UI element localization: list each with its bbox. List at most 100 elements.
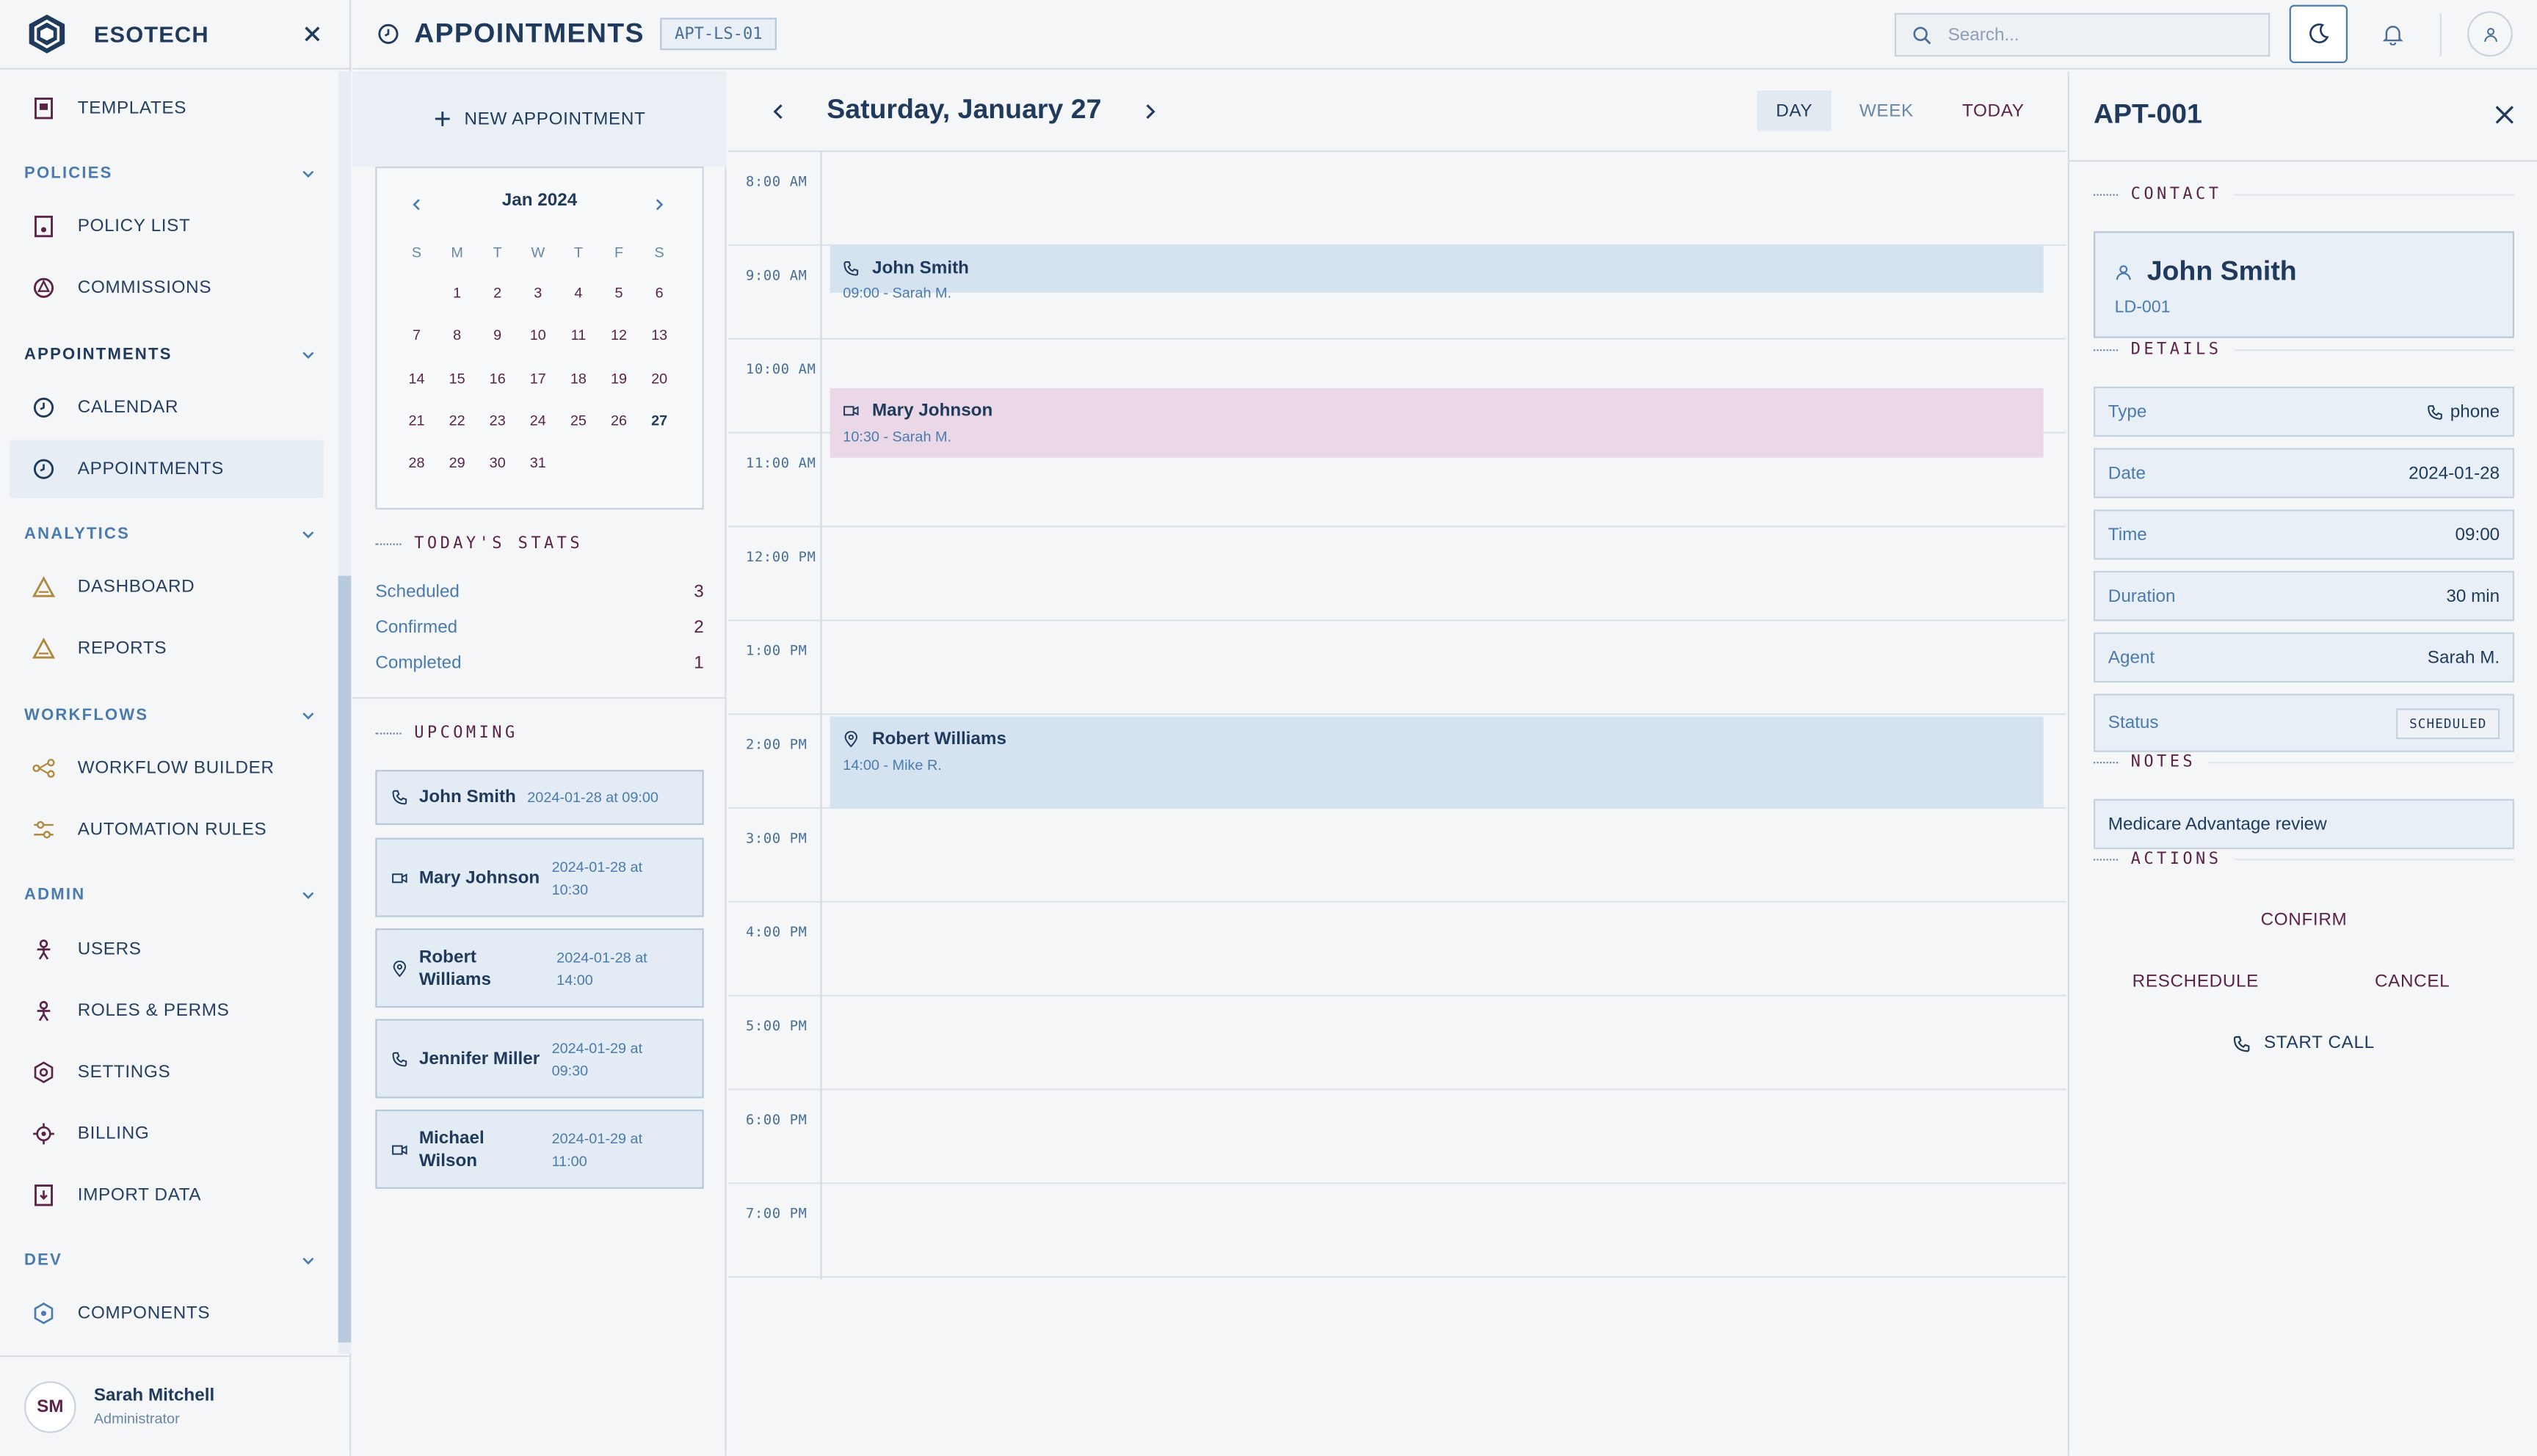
section-title-text: CONTACT: [2130, 186, 2222, 204]
reschedule-button[interactable]: RESCHEDULE: [2094, 961, 2298, 1002]
mini-calendar-day[interactable]: 8: [437, 327, 477, 343]
mini-calendar-day[interactable]: 26: [598, 412, 639, 429]
search-box[interactable]: [1894, 12, 2271, 57]
notifications-button[interactable]: [2364, 5, 2422, 63]
mini-calendar-day[interactable]: 25: [558, 412, 598, 429]
mini-calendar-day[interactable]: 3: [518, 285, 558, 301]
sidebar-item-automation-rules[interactable]: AUTOMATION RULES: [10, 801, 324, 859]
mini-calendar-day[interactable]: 30: [477, 455, 518, 471]
mini-calendar-day[interactable]: 17: [518, 370, 558, 386]
mini-calendar-day[interactable]: 11: [558, 327, 598, 343]
sidebar-item-policy-list[interactable]: POLICY LIST: [10, 197, 324, 255]
hour-slot[interactable]: 8:00 AM: [727, 152, 2066, 247]
chevron-right-icon[interactable]: [652, 197, 667, 212]
mini-calendar-day[interactable]: 4: [558, 285, 598, 301]
start-call-button[interactable]: START CALL: [2094, 1022, 2514, 1064]
calendar-event[interactable]: Robert Williams 14:00 - Mike R.: [830, 716, 2044, 809]
mini-calendar-day[interactable]: 2: [477, 285, 518, 301]
upcoming-name: John Smith: [418, 787, 516, 807]
mini-calendar-day[interactable]: 9: [477, 327, 518, 343]
mini-calendar-day[interactable]: 13: [639, 327, 680, 343]
mini-calendar-day[interactable]: 23: [477, 412, 518, 429]
mini-calendar-day[interactable]: 1: [437, 285, 477, 301]
today-button[interactable]: TODAY: [1951, 90, 2036, 131]
hour-slot[interactable]: 1:00 PM: [727, 621, 2066, 716]
stat-row: Completed 1: [375, 653, 703, 672]
mini-calendar-day[interactable]: 31: [518, 455, 558, 471]
hour-slot[interactable]: 12:00 PM: [727, 528, 2066, 622]
search-input[interactable]: [1948, 25, 2256, 45]
nav-group-admin[interactable]: ADMIN: [24, 881, 316, 907]
sidebar-item-templates[interactable]: TEMPLATES: [10, 79, 324, 137]
user-menu-button[interactable]: [2461, 5, 2519, 63]
upcoming-item[interactable]: Robert Williams 2024-01-28 at 14:00: [375, 928, 704, 1008]
weekday-label: W: [531, 244, 545, 261]
upcoming-item[interactable]: Jennifer Miller 2024-01-29 at 09:30: [375, 1019, 704, 1099]
sidebar-item-label: TEMPLATES: [77, 98, 187, 118]
mini-calendar-day[interactable]: 7: [396, 327, 437, 343]
mini-calendar-day[interactable]: 28: [396, 455, 437, 471]
nav-group-workflows[interactable]: WORKFLOWS: [24, 702, 316, 728]
mini-calendar-day[interactable]: 20: [639, 370, 680, 386]
close-sidebar-icon[interactable]: [301, 23, 324, 46]
upcoming-item[interactable]: Mary Johnson 2024-01-28 at 10:30: [375, 837, 704, 917]
hour-slot[interactable]: 5:00 PM: [727, 997, 2066, 1091]
confirm-button[interactable]: CONFIRM: [2094, 899, 2514, 941]
chevron-left-icon[interactable]: [769, 102, 788, 121]
mini-calendar-day[interactable]: 27: [639, 412, 680, 429]
sidebar-item-appointments[interactable]: APPOINTMENTS: [10, 440, 324, 498]
view-week-button[interactable]: WEEK: [1848, 90, 1926, 131]
contact-card[interactable]: John Smith LD-001: [2093, 231, 2515, 338]
sidebar-item-import-data[interactable]: IMPORT DATA: [10, 1166, 324, 1224]
mini-calendar-day[interactable]: 18: [558, 370, 598, 386]
hour-label: 4:00 PM: [746, 925, 807, 942]
mini-calendar-day[interactable]: 14: [396, 370, 437, 386]
cancel-button[interactable]: CANCEL: [2310, 961, 2514, 1002]
sidebar-item-billing[interactable]: BILLING: [10, 1104, 324, 1162]
section-title-text: TODAY'S STATS: [414, 535, 584, 553]
mini-calendar-day[interactable]: 22: [437, 412, 477, 429]
nav-group-dev[interactable]: DEV: [24, 1247, 316, 1273]
calendar-event[interactable]: Mary Johnson 10:30 - Sarah M.: [830, 387, 2044, 458]
mini-calendar-day[interactable]: 16: [477, 370, 518, 386]
upcoming-item[interactable]: Michael Wilson 2024-01-29 at 11:00: [375, 1109, 704, 1189]
sidebar-item-roles-perms[interactable]: ROLES & PERMS: [10, 982, 324, 1040]
mini-calendar-day[interactable]: 19: [598, 370, 639, 386]
mini-calendar-day[interactable]: 21: [396, 412, 437, 429]
mini-calendar-day[interactable]: 15: [437, 370, 477, 386]
hour-slot[interactable]: 6:00 PM: [727, 1090, 2066, 1184]
mini-calendar-day[interactable]: 24: [518, 412, 558, 429]
new-appointment-button[interactable]: NEW APPOINTMENT: [352, 70, 727, 167]
close-icon[interactable]: [2493, 103, 2516, 126]
sidebar-item-workflow-builder[interactable]: WORKFLOW BUILDER: [10, 739, 324, 797]
sidebar-item-commissions[interactable]: COMMISSIONS: [10, 259, 324, 317]
sidebar-item-settings[interactable]: SETTINGS: [10, 1044, 324, 1102]
upcoming-item[interactable]: John Smith 2024-01-28 at 09:00: [375, 770, 704, 826]
nav-group-appointments[interactable]: APPOINTMENTS: [24, 341, 316, 367]
mini-calendar-day[interactable]: 5: [598, 285, 639, 301]
sidebar-scrollbar-thumb[interactable]: [338, 575, 352, 1343]
view-day-button[interactable]: DAY: [1757, 90, 1832, 131]
sidebar-item-reports[interactable]: REPORTS: [10, 619, 324, 677]
sidebar-item-dashboard[interactable]: DASHBOARD: [10, 558, 324, 616]
hour-slot[interactable]: 3:00 PM: [727, 809, 2066, 903]
mini-calendar-day[interactable]: 12: [598, 327, 639, 343]
mini-calendar-day[interactable]: 29: [437, 455, 477, 471]
hour-slot[interactable]: 7:00 PM: [727, 1184, 2066, 1278]
sidebar-item-components[interactable]: COMPONENTS: [10, 1284, 324, 1342]
sidebar-item-calendar[interactable]: CALENDAR: [10, 379, 324, 437]
theme-toggle-button[interactable]: [2289, 4, 2348, 63]
chevron-right-icon[interactable]: [1141, 102, 1160, 121]
nav-group-analytics[interactable]: ANALYTICS: [24, 521, 316, 547]
hour-slot[interactable]: 4:00 PM: [727, 903, 2066, 997]
contact-id: LD-001: [2114, 297, 2171, 317]
sidebar-item-label: WORKFLOW BUILDER: [77, 758, 275, 779]
user-profile[interactable]: SM Sarah Mitchell Administrator: [0, 1355, 352, 1456]
calendar-event[interactable]: John Smith 09:00 - Sarah M.: [830, 246, 2044, 301]
sidebar-item-label: COMMISSIONS: [77, 278, 212, 298]
mini-calendar-day[interactable]: 10: [518, 327, 558, 343]
mini-calendar-day[interactable]: 6: [639, 285, 680, 301]
sidebar-item-users[interactable]: USERS: [10, 920, 324, 978]
nav-group-policies[interactable]: POLICIES: [24, 160, 316, 186]
stat-label: Confirmed: [375, 617, 458, 638]
